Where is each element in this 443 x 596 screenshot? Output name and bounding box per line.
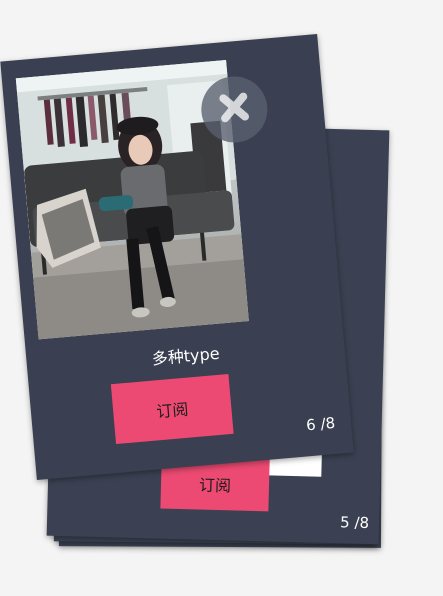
- back-card-counter: 5 /8: [339, 513, 370, 533]
- subscribe-button[interactable]: 订阅: [110, 373, 234, 445]
- close-x-icon: [213, 86, 257, 133]
- front-card[interactable]: 多种type 订阅 6 /8: [0, 33, 354, 481]
- card-title: 多种type: [151, 343, 221, 369]
- page-counter: 6 /8: [305, 413, 336, 435]
